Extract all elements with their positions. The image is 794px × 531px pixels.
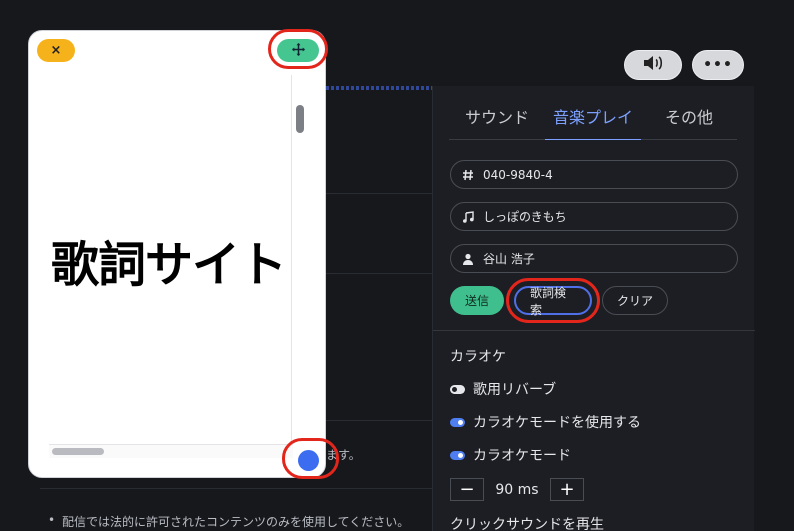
lyrics-search-button[interactable]: 歌詞検索 (514, 286, 592, 317)
close-button[interactable]: × (37, 39, 75, 62)
karaoke-enable-toggle[interactable] (450, 417, 465, 427)
karaoke-enable-toggle-row[interactable]: カラオケモードを使用する (450, 412, 641, 432)
volume-button[interactable] (624, 50, 682, 80)
artist-value: 谷山 浩子 (483, 252, 535, 266)
volume-icon (642, 55, 664, 75)
tab-bar: サウンド 音楽プレイ その他 (449, 86, 737, 140)
horizontal-scroll-thumb[interactable] (52, 448, 104, 455)
move-handle[interactable] (277, 39, 319, 62)
reverb-toggle[interactable] (450, 384, 465, 394)
divider (40, 488, 432, 489)
legal-notice: 配信では法的に許可されたコンテンツのみを使用してください。 (48, 513, 409, 530)
horizontal-scrollbar[interactable] (49, 444, 293, 458)
karaoke-enable-label: カラオケモードを使用する (473, 415, 641, 431)
settings-panel: サウンド 音楽プレイ その他 040-9840-4 しっぽのきもち 谷山 浩子 … (432, 86, 755, 531)
reverb-toggle-row[interactable]: 歌用リバーブ (450, 379, 556, 399)
move-icon (291, 41, 305, 60)
increase-button[interactable]: + (550, 478, 584, 501)
song-number-field[interactable]: 040-9840-4 (450, 160, 738, 189)
lyrics-overlay-window: × 歌詞サイト (28, 30, 326, 478)
clear-button[interactable]: クリア (602, 286, 668, 315)
resize-handle[interactable] (298, 450, 319, 471)
song-title-field[interactable]: しっぽのきもち (450, 202, 738, 231)
vertical-scroll-thumb[interactable] (296, 105, 304, 133)
delay-value: 90 ms (495, 481, 539, 498)
delay-stepper: − 90 ms + (450, 478, 584, 501)
tab-other[interactable]: その他 (641, 86, 737, 139)
lyrics-content: 歌詞サイト (49, 75, 293, 445)
more-options-button[interactable]: ••• (692, 50, 744, 80)
reverb-label: 歌用リバーブ (473, 382, 557, 398)
karaoke-section-title: カラオケ (450, 349, 506, 365)
lyrics-site-title: 歌詞サイト (51, 237, 287, 293)
song-number-value: 040-9840-4 (483, 167, 553, 182)
audio-waveform (326, 86, 432, 90)
music-note-icon (461, 210, 475, 223)
click-sound-title: クリックサウンドを再生 (450, 517, 604, 531)
karaoke-mode-toggle[interactable] (450, 450, 465, 460)
background-text-fragment: ます。 (326, 448, 361, 462)
divider (433, 330, 755, 331)
send-button[interactable]: 送信 (450, 286, 504, 315)
karaoke-mode-label: カラオケモード (473, 448, 571, 464)
hash-icon (461, 169, 475, 181)
action-buttons: 送信 歌詞検索 クリア (450, 286, 668, 317)
artist-field[interactable]: 谷山 浩子 (450, 244, 738, 273)
song-title-value: しっぽのきもち (483, 210, 567, 224)
tab-music-play[interactable]: 音楽プレイ (545, 86, 641, 140)
decrease-button[interactable]: − (450, 478, 484, 501)
karaoke-mode-toggle-row[interactable]: カラオケモード (450, 445, 571, 465)
vertical-scrollbar[interactable] (291, 75, 307, 443)
person-icon (461, 253, 475, 265)
tab-sound[interactable]: サウンド (449, 86, 545, 139)
